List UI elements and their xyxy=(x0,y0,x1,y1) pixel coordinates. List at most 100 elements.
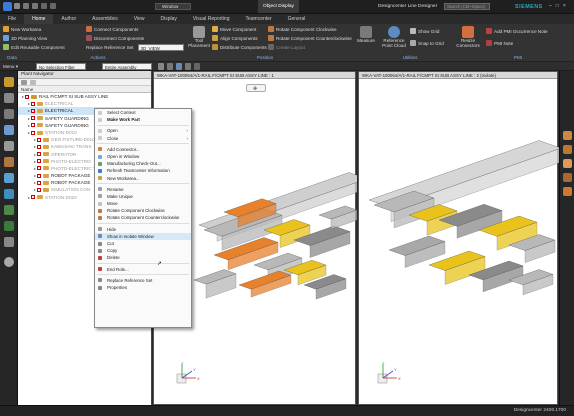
expand-icon[interactable]: ▸ xyxy=(34,151,36,158)
roles-icon[interactable] xyxy=(4,157,14,167)
context-menu-item[interactable]: Make Work Part xyxy=(95,116,191,123)
tree-row[interactable]: ▸ ELECTRICAL xyxy=(18,100,151,107)
visibility-checkbox[interactable] xyxy=(37,166,42,171)
context-menu-item[interactable]: New Workarea... xyxy=(95,175,191,182)
align-components-button[interactable]: Align Components xyxy=(212,35,267,41)
context-menu-item[interactable]: Rename xyxy=(95,186,191,193)
visibility-checkbox[interactable] xyxy=(37,173,42,178)
context-menu-item[interactable]: Hide xyxy=(95,226,191,233)
expand-icon[interactable]: ▸ xyxy=(34,165,36,172)
palette-icon[interactable] xyxy=(4,205,14,215)
context-menu-item[interactable]: Refresh Teamcenter Information xyxy=(95,167,191,174)
tab-view[interactable]: View xyxy=(126,14,153,24)
replace-reference-set-dropdown[interactable]: 3D_VIEW xyxy=(137,44,184,51)
context-menu-item[interactable]: Rotate Component Clockwise xyxy=(95,207,191,214)
context-menu-item[interactable]: End Role... xyxy=(95,266,191,273)
rotate-counterclockwise-button[interactable]: Rotate Component Counterclockwise xyxy=(268,35,352,41)
pmi-note-button[interactable]: PMI Note xyxy=(486,40,548,46)
expand-icon[interactable]: ▸ xyxy=(28,122,30,129)
history-icon[interactable] xyxy=(4,125,14,135)
visibility-checkbox[interactable] xyxy=(31,116,36,121)
edit-reusable-component-button[interactable]: Edit Reusable Component xyxy=(3,44,65,50)
visibility-checkbox[interactable] xyxy=(37,144,42,149)
navigator-filter-icon[interactable] xyxy=(30,80,36,85)
context-menu-item[interactable]: Copy xyxy=(95,247,191,254)
view-tab-main[interactable]: WKA-VAT-100064/A/1-RAIL F/CMPT SI SUB AS… xyxy=(154,72,355,79)
systems-icon[interactable] xyxy=(4,237,14,247)
maximize-icon[interactable]: □ xyxy=(556,3,559,9)
expand-icon[interactable]: ▸ xyxy=(28,194,30,201)
graphics-window-isolate[interactable]: WKA-VAT-100064/A/1-RAIL F/CMPT SI SUB AS… xyxy=(358,71,559,405)
select-icon[interactable] xyxy=(167,63,173,70)
context-menu-item[interactable]: Add Connector... xyxy=(95,146,191,153)
context-menu-item[interactable]: Show in Isolate Window xyxy=(95,232,191,240)
excel-icon[interactable] xyxy=(4,221,14,231)
expand-icon[interactable]: ▸ xyxy=(28,115,30,122)
context-menu-item[interactable]: Make Unique xyxy=(95,193,191,200)
tool-placement-button[interactable]: Tool Placement xyxy=(188,26,210,48)
visibility-checkbox[interactable] xyxy=(37,152,42,157)
expand-icon[interactable]: ▸ xyxy=(28,107,30,114)
disconnect-components-button[interactable]: Disconnect Components xyxy=(86,35,184,41)
tab-file[interactable]: File xyxy=(0,14,24,24)
navigator-menu-icon[interactable] xyxy=(21,80,27,85)
visibility-checkbox[interactable] xyxy=(31,123,36,128)
tab-general[interactable]: General xyxy=(280,14,314,24)
expand-icon[interactable]: ▸ xyxy=(34,186,36,193)
visibility-checkbox[interactable] xyxy=(31,195,36,200)
tab-display[interactable]: Display xyxy=(152,14,184,24)
search-input[interactable]: Search (Ctrl+Space) xyxy=(444,3,490,10)
resize-connectors-button[interactable]: Resize Connectors xyxy=(456,26,480,48)
tab-author[interactable]: Author xyxy=(53,14,84,24)
visibility-checkbox[interactable] xyxy=(31,101,36,106)
selection-filter-dropdown[interactable]: No Selection Filter xyxy=(36,63,86,70)
reuse-library-icon[interactable] xyxy=(4,141,14,151)
save-icon[interactable] xyxy=(14,3,20,9)
layer-icon[interactable] xyxy=(194,63,200,70)
right-tool-3-icon[interactable] xyxy=(563,159,572,168)
tab-visual-reporting[interactable]: Visual Reporting xyxy=(185,14,238,24)
rotate-clockwise-button[interactable]: Rotate Component Clockwise xyxy=(268,26,352,32)
object-display-context-tab[interactable]: Object Display xyxy=(258,0,299,13)
context-menu-item[interactable]: Replace Reference Set xyxy=(95,277,191,284)
context-menu-item[interactable]: Open › xyxy=(95,127,191,134)
cut-icon[interactable] xyxy=(41,3,47,9)
web-browser-icon[interactable] xyxy=(4,173,14,183)
column-header-name[interactable]: Name xyxy=(18,86,151,93)
connect-components-button[interactable]: Connect Components xyxy=(86,26,184,32)
expand-icon[interactable]: ▸ xyxy=(34,143,36,150)
right-tool-2-icon[interactable] xyxy=(563,145,572,154)
view-tab-isolate[interactable]: WKA-VAT-100064/A/1-RAIL F/CMPT SI SUB AS… xyxy=(359,72,557,79)
expand-icon[interactable]: ▸ xyxy=(22,93,24,100)
measure-button[interactable]: Measure xyxy=(357,26,375,48)
visibility-checkbox[interactable] xyxy=(37,188,42,193)
expand-icon[interactable]: ▸ xyxy=(28,100,30,107)
context-menu-item[interactable]: Cut xyxy=(95,240,191,247)
visibility-checkbox[interactable] xyxy=(37,159,42,164)
expand-icon[interactable]: ▸ xyxy=(34,158,36,165)
visibility-checkbox[interactable] xyxy=(25,94,30,99)
create-layout-button[interactable]: Create Layout xyxy=(268,44,352,50)
tab-assemblies[interactable]: Assemblies xyxy=(84,14,126,24)
right-tool-5-icon[interactable] xyxy=(563,187,572,196)
context-menu-item[interactable]: Manufacturing Check-Out... xyxy=(95,160,191,167)
view-icon[interactable] xyxy=(185,63,191,70)
undo-icon[interactable] xyxy=(23,3,29,9)
new-workarea-button[interactable]: New Workarea xyxy=(3,26,65,32)
expand-icon[interactable]: ▸ xyxy=(28,129,30,136)
context-menu-item[interactable]: Open in Window xyxy=(95,153,191,160)
context-menu-item[interactable]: Close › xyxy=(95,135,191,142)
snap-to-grid-toggle[interactable]: Snap to Grid xyxy=(410,40,444,46)
assembly-scope-dropdown[interactable]: Entire Assembly xyxy=(102,63,152,70)
3d-planning-view-button[interactable]: 3D Planning View xyxy=(3,35,65,41)
assembly-navigator-icon[interactable] xyxy=(4,109,14,119)
visibility-checkbox[interactable] xyxy=(31,130,36,135)
visibility-checkbox[interactable] xyxy=(37,180,42,185)
context-menu-item[interactable]: Rotate Component Counterclockwise xyxy=(95,214,191,221)
menu-button[interactable]: Menu ▾ xyxy=(3,63,18,70)
plant-navigator-icon[interactable] xyxy=(4,77,14,87)
visibility-checkbox[interactable] xyxy=(31,108,36,113)
minimize-icon[interactable]: – xyxy=(549,3,552,9)
show-grid-toggle[interactable]: Show Grid xyxy=(410,28,444,34)
teamcenter-icon[interactable] xyxy=(4,189,14,199)
